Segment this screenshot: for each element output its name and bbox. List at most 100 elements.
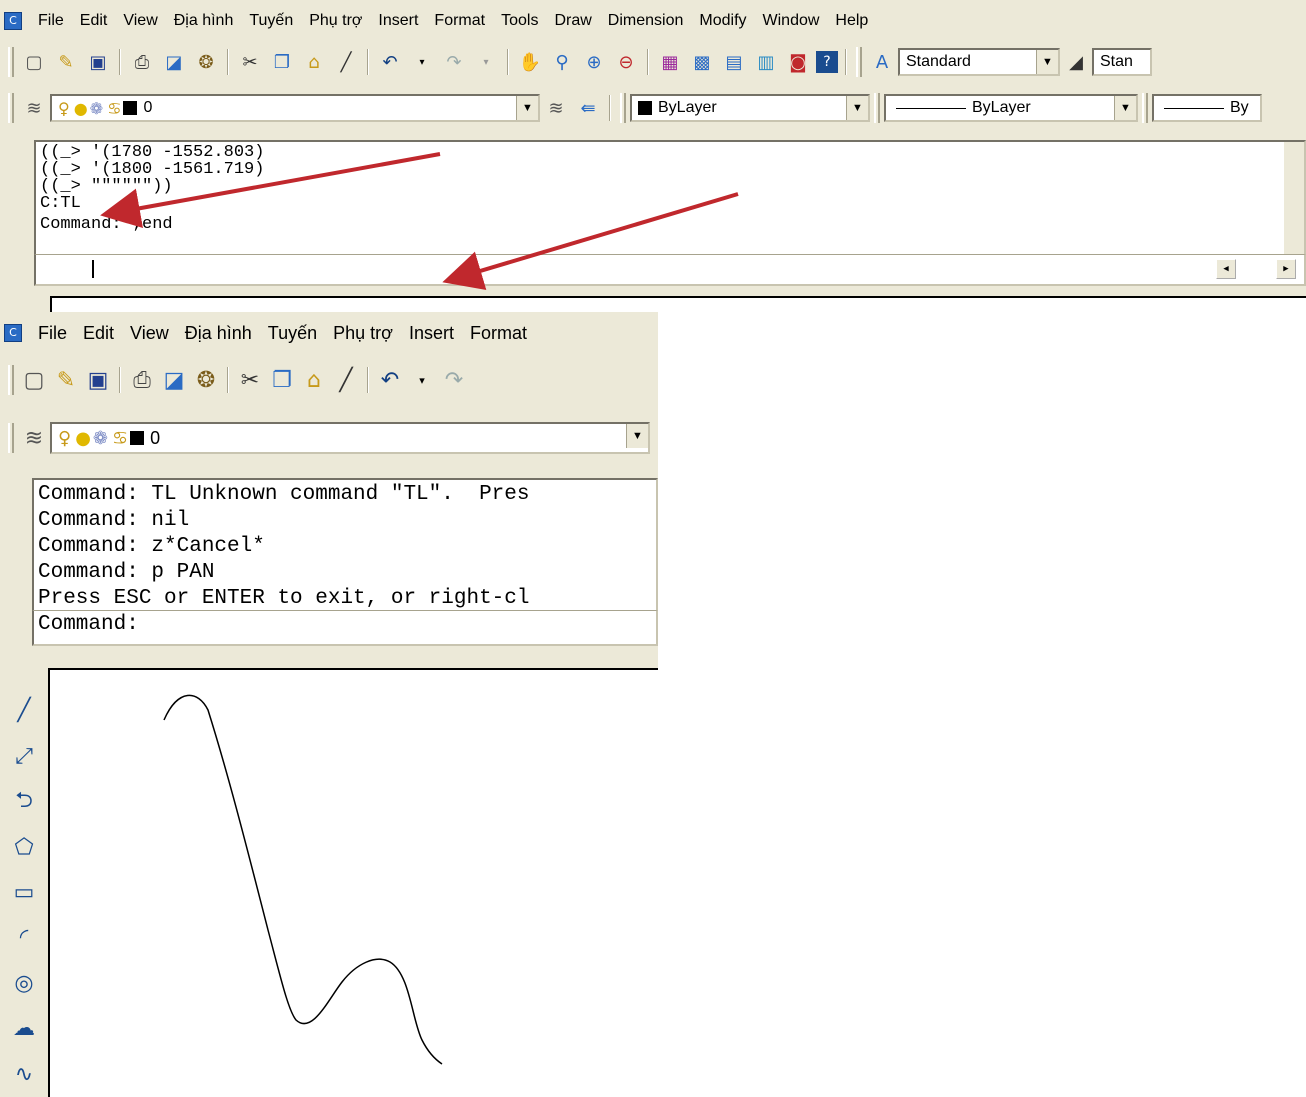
arc-icon[interactable]: ◜ (4, 915, 44, 960)
menu-insert[interactable]: Insert (370, 12, 426, 30)
open-icon[interactable]: ✎ (52, 366, 80, 394)
properties-icon[interactable]: ▦ (656, 48, 684, 76)
save-icon[interactable]: ▣ (84, 366, 112, 394)
menu-format[interactable]: Format (462, 323, 535, 344)
lineweight-select[interactable]: By (1152, 94, 1262, 122)
undo-icon[interactable]: ↶ (376, 48, 404, 76)
linetype-select[interactable]: ByLayer ▼ (884, 94, 1138, 122)
dimension-style-select[interactable]: Stan (1092, 48, 1152, 76)
command-input[interactable]: Command: (32, 610, 658, 646)
redo-icon[interactable]: ↷ (440, 48, 468, 76)
layer-select[interactable]: ♀ ● ❁ ♋ 0 ▼ (50, 94, 540, 122)
undo-dropdown-icon[interactable]: ▾ (408, 48, 436, 76)
command-history[interactable]: ((_> '(1780 -1552.803) ((_> '(1800 -1561… (34, 140, 1306, 256)
drawn-spline[interactable] (50, 670, 658, 1097)
cut-icon[interactable]: ✂ (236, 366, 264, 394)
polygon-icon[interactable]: ⬠ (4, 824, 44, 869)
text-style-icon[interactable]: A (868, 48, 896, 76)
toolbar-grip[interactable] (856, 47, 862, 77)
chevron-down-icon[interactable]: ▼ (1036, 50, 1058, 74)
menu-tuyen[interactable]: Tuyến (241, 12, 301, 30)
markup-icon[interactable]: ◙ (784, 48, 812, 76)
new-icon[interactable]: ▢ (20, 48, 48, 76)
undo-dropdown-icon[interactable]: ▾ (408, 366, 436, 394)
print-icon[interactable]: ⎙ (128, 366, 156, 394)
layer-manager-icon[interactable]: ≋ (20, 94, 48, 122)
open-icon[interactable]: ✎ (52, 48, 80, 76)
toolbar-grip[interactable] (8, 423, 14, 453)
zoom-previous-icon[interactable]: ⊖ (612, 48, 640, 76)
line-icon[interactable]: ╱ (4, 688, 44, 733)
toolbar-grip[interactable] (1142, 93, 1148, 123)
match-properties-icon[interactable]: ╱ (332, 48, 360, 76)
sheet-set-icon[interactable]: ▥ (752, 48, 780, 76)
command-history[interactable]: Command: TL Unknown command "TL". Pres C… (32, 478, 658, 610)
app-icon[interactable]: C (4, 12, 22, 30)
menu-dimension[interactable]: Dimension (600, 12, 692, 30)
color-select[interactable]: ByLayer ▼ (630, 94, 870, 122)
save-icon[interactable]: ▣ (84, 48, 112, 76)
publish-icon[interactable]: ❂ (192, 48, 220, 76)
pan-icon[interactable]: ✋ (516, 48, 544, 76)
menu-edit[interactable]: Edit (75, 323, 122, 344)
chevron-down-icon[interactable]: ▼ (626, 424, 648, 448)
help-icon[interactable]: ? (816, 51, 838, 73)
toolbar-grip[interactable] (8, 47, 14, 77)
toolbar-grip[interactable] (874, 93, 880, 123)
layer-manager-icon[interactable]: ≋ (20, 424, 48, 452)
toolbar-grip[interactable] (8, 365, 14, 395)
menu-view[interactable]: View (122, 323, 177, 344)
command-horizontal-scrollbar[interactable]: ◀ ▶ (1216, 259, 1296, 279)
design-center-icon[interactable]: ▩ (688, 48, 716, 76)
menu-dia-hinh[interactable]: Địa hình (166, 12, 242, 30)
layer-select[interactable]: ♀ ● ❁ ♋ 0 ▼ (50, 422, 650, 454)
menu-draw[interactable]: Draw (546, 12, 599, 30)
text-style-select[interactable]: Standard ▼ (898, 48, 1060, 76)
polyline-icon[interactable]: ⮌ (4, 779, 44, 824)
toolbar-grip[interactable] (8, 93, 14, 123)
menu-phu-tro[interactable]: Phụ trợ (325, 323, 401, 344)
undo-icon[interactable]: ↶ (376, 366, 404, 394)
menu-file[interactable]: File (30, 323, 75, 344)
make-current-layer-icon[interactable]: ≋ (542, 94, 570, 122)
circle-icon[interactable]: ◎ (4, 961, 44, 1006)
app-icon[interactable]: C (4, 324, 22, 342)
menu-edit[interactable]: Edit (72, 12, 116, 30)
new-icon[interactable]: ▢ (20, 366, 48, 394)
rectangle-icon[interactable]: ▭ (4, 870, 44, 915)
redo-dropdown-icon[interactable]: ▾ (472, 48, 500, 76)
chevron-down-icon[interactable]: ▼ (846, 96, 868, 120)
command-history-scrollbar[interactable] (1284, 142, 1304, 254)
zoom-realtime-icon[interactable]: ⚲ (548, 48, 576, 76)
paste-icon[interactable]: ⌂ (300, 366, 328, 394)
publish-icon[interactable]: ❂ (192, 366, 220, 394)
menu-phu-tro[interactable]: Phụ trợ (301, 12, 370, 30)
menu-insert[interactable]: Insert (401, 323, 462, 344)
layer-previous-icon[interactable]: ⇚ (574, 94, 602, 122)
menu-view[interactable]: View (115, 12, 165, 30)
chevron-down-icon[interactable]: ▼ (516, 96, 538, 120)
print-icon[interactable]: ⎙ (128, 48, 156, 76)
paste-icon[interactable]: ⌂ (300, 48, 328, 76)
copy-icon[interactable]: ❐ (268, 366, 296, 394)
drawing-canvas[interactable] (48, 668, 658, 1097)
scroll-left-icon[interactable]: ◀ (1216, 259, 1236, 279)
plot-preview-icon[interactable]: ◪ (160, 366, 188, 394)
menu-file[interactable]: File (30, 12, 72, 30)
menu-dia-hinh[interactable]: Địa hình (177, 323, 260, 344)
scroll-right-icon[interactable]: ▶ (1276, 259, 1296, 279)
redo-icon[interactable]: ↷ (440, 366, 468, 394)
menu-tools[interactable]: Tools (493, 12, 546, 30)
revision-cloud-icon[interactable]: ☁ (4, 1006, 44, 1051)
dimension-style-icon[interactable]: ◢ (1062, 48, 1090, 76)
command-input[interactable]: ◀ ▶ (34, 254, 1306, 286)
spline-icon[interactable]: ∿ (4, 1052, 44, 1097)
chevron-down-icon[interactable]: ▼ (1114, 96, 1136, 120)
toolbar-grip[interactable] (620, 93, 626, 123)
zoom-window-icon[interactable]: ⊕ (580, 48, 608, 76)
match-properties-icon[interactable]: ╱ (332, 366, 360, 394)
menu-window[interactable]: Window (755, 12, 828, 30)
cut-icon[interactable]: ✂ (236, 48, 264, 76)
menu-modify[interactable]: Modify (691, 12, 754, 30)
menu-format[interactable]: Format (426, 12, 493, 30)
